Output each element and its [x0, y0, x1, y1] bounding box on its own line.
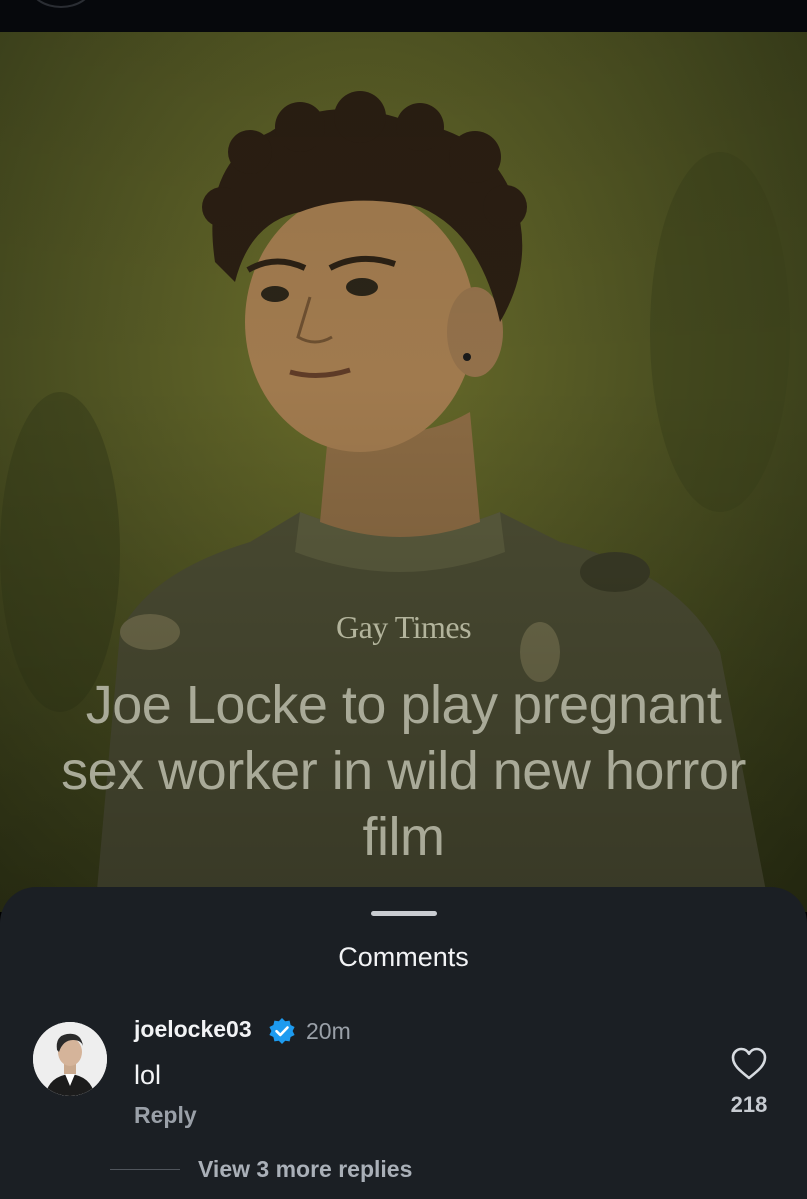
comment-time: 20m [306, 1018, 351, 1044]
like-count: 218 [730, 1092, 768, 1117]
publication-logo: Gay Times [335, 609, 472, 645]
reply-button[interactable]: Reply [134, 1102, 197, 1129]
replies-divider [110, 1169, 180, 1170]
comments-sheet: Comments joelocke03 20m lol Reply 218 Vi… [0, 887, 807, 1199]
post-image[interactable]: Gay Times Joe Locke to play pregnant sex… [0, 32, 807, 912]
comment-text: lol [134, 1060, 162, 1090]
verified-badge-icon [269, 1018, 295, 1044]
sheet-title: Comments [338, 942, 469, 972]
drag-handle[interactable] [371, 911, 437, 916]
top-bar [0, 0, 807, 32]
commenter-avatar[interactable] [33, 1022, 107, 1096]
comment-username[interactable]: joelocke03 [134, 1016, 252, 1043]
profile-avatar-partial[interactable] [30, 0, 92, 8]
view-replies-button[interactable]: View 3 more replies [198, 1156, 412, 1183]
post-headline: Joe Locke to play pregnant sex worker in… [61, 675, 746, 867]
heart-icon[interactable] [731, 1047, 767, 1081]
